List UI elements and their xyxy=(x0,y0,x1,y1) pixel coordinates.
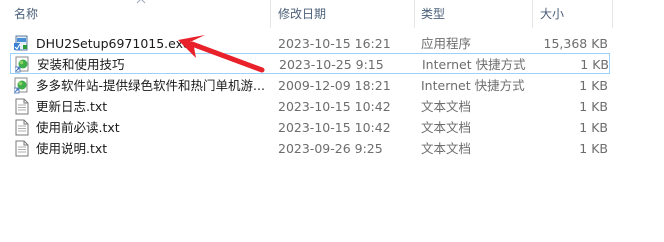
file-row-changelog[interactable]: 更新日志.txt 2023-10-15 10:42 文本文档 1 KB xyxy=(14,96,610,117)
column-header-date[interactable]: 修改日期 xyxy=(278,0,326,28)
file-name: 使用前必读.txt xyxy=(36,120,120,135)
file-size: 1 KB xyxy=(579,99,608,114)
file-name: 安装和使用技巧 xyxy=(37,57,125,72)
file-size: 1 KB xyxy=(579,78,608,93)
file-row-readme-first[interactable]: 使用前必读.txt 2023-10-15 10:42 文本文档 1 KB xyxy=(14,117,610,138)
column-divider[interactable] xyxy=(270,0,271,28)
file-row-installer[interactable]: DHU2Setup6971015.exe 2023-10-15 16:21 应用… xyxy=(14,33,610,54)
file-row-shortcut-site[interactable]: 多多软件站-提供绿色软件和热门单机游... 2009-12-09 18:21 I… xyxy=(14,75,610,96)
file-date: 2023-10-15 16:21 xyxy=(278,36,391,51)
file-row-manual[interactable]: 使用说明.txt 2023-09-26 9:25 文本文档 1 KB xyxy=(14,138,610,159)
file-row-shortcut-tips[interactable]: 安装和使用技巧 2023-10-25 9:15 Internet 快捷方式 1 … xyxy=(10,53,610,74)
column-divider[interactable] xyxy=(612,0,613,28)
column-divider[interactable] xyxy=(414,0,415,28)
file-size: 1 KB xyxy=(579,120,608,135)
column-header-type[interactable]: 类型 xyxy=(421,0,445,28)
sort-ascending-icon xyxy=(136,0,146,4)
file-type: 文本文档 xyxy=(421,141,472,156)
column-header-bar: 名称 修改日期 类型 大小 xyxy=(0,0,664,28)
file-date: 2023-10-25 9:15 xyxy=(279,57,384,72)
file-size: 1 KB xyxy=(579,141,608,156)
file-date: 2023-10-15 10:42 xyxy=(278,99,391,114)
installer-icon xyxy=(14,35,28,51)
column-divider[interactable] xyxy=(532,0,533,28)
file-type: 文本文档 xyxy=(421,120,472,135)
column-header-size[interactable]: 大小 xyxy=(540,0,564,28)
file-name: 更新日志.txt xyxy=(36,99,108,114)
text-file-icon xyxy=(15,98,29,115)
file-date: 2023-10-15 10:42 xyxy=(278,120,391,135)
file-date: 2023-09-26 9:25 xyxy=(278,141,383,156)
file-name: DHU2Setup6971015.exe xyxy=(36,36,191,51)
file-name: 多多软件站-提供绿色软件和热门单机游... xyxy=(36,78,265,93)
internet-shortcut-icon xyxy=(15,56,29,73)
file-name: 使用说明.txt xyxy=(36,141,108,156)
file-type: Internet 快捷方式 xyxy=(422,57,526,72)
file-type: 文本文档 xyxy=(421,99,472,114)
text-file-icon xyxy=(15,140,29,157)
internet-shortcut-icon xyxy=(14,77,28,94)
file-date: 2009-12-09 18:21 xyxy=(278,78,391,93)
file-type: 应用程序 xyxy=(421,36,472,51)
file-size: 1 KB xyxy=(580,57,609,72)
column-header-name[interactable]: 名称 xyxy=(14,0,38,28)
file-size: 15,368 KB xyxy=(543,36,608,51)
file-type: Internet 快捷方式 xyxy=(421,78,525,93)
text-file-icon xyxy=(15,119,29,136)
